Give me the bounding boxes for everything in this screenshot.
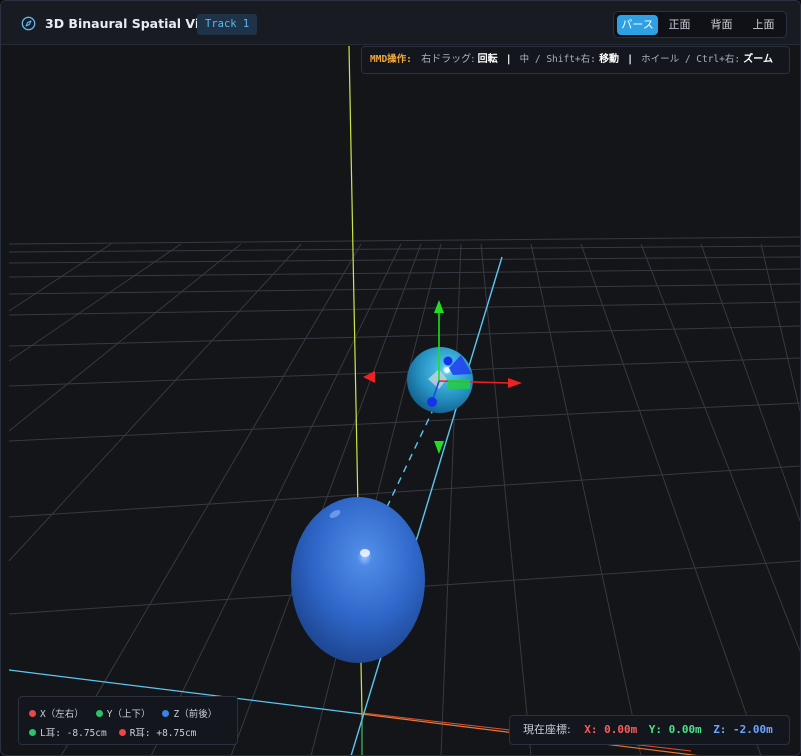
coords-label: 現在座標: [523,723,571,736]
axis-legend: X（左右） Y（上下） Z（前後） L耳: -8.75cm R耳: +8.75c… [18,696,238,745]
current-coordinates: 現在座標: X: 0.00m Y: 0.00m Z: -2.00m [509,715,790,745]
listener-head[interactable] [291,497,425,663]
legend-x: X（左右） [29,706,84,720]
legend-right-ear: R耳: +8.75cm [118,725,197,739]
scene-canvas[interactable] [1,46,800,756]
header-bar: 3D Binaural Spatial Viewer Track 1 パース 正… [1,1,800,45]
help-move-value: 移動 [599,54,620,65]
view-top-button[interactable]: 上面 [743,15,784,35]
z-dot-icon [162,709,170,717]
controls-help: MMD操作: 右ドラッグ: 回転 | 中 / Shift+右: 移動 | ホイー… [361,46,790,74]
help-rotate-key: 右ドラッグ: [421,54,475,65]
legend-axes-row: X（左右） Y（上下） Z（前後） [29,706,229,720]
legend-ears-row: L耳: -8.75cm R耳: +8.75cm [29,725,208,739]
track-badge: Track 1 [197,14,258,35]
legend-x-label: X（左右） [40,709,84,720]
gizmo-xz-plane [448,380,470,389]
help-separator: | [506,54,511,65]
coord-y-value: Y: 0.00m [648,723,702,736]
coord-x-value: X: 0.00m [584,723,638,736]
view-back-button[interactable]: 背面 [701,15,742,35]
legend-y-label: Y（上下） [106,709,151,720]
legend-z: Z（前後） [162,706,217,720]
gizmo-x-arrow [508,378,522,388]
view-switcher: パース 正面 背面 上面 [613,11,787,38]
legend-z-label: Z（前後） [173,709,218,720]
help-zoom-key: ホイール / Ctrl+右: [641,54,741,65]
right-ear-dot-icon [118,728,126,736]
help-zoom-value: ズーム [743,54,773,65]
coord-z-value: Z: -2.00m [713,723,773,736]
view-front-button[interactable]: 正面 [659,15,700,35]
3d-viewport[interactable] [1,46,800,756]
floor-grid [8,236,800,755]
left-ear-dot-icon [29,728,36,736]
help-separator: | [628,54,632,65]
view-perspective-button[interactable]: パース [617,14,658,35]
legend-left-ear: L耳: -8.75cm [29,725,107,739]
legend-y: Y（上下） [95,706,151,720]
gizmo-y-arrow [434,300,444,313]
x-dot-icon [29,709,36,717]
viewer-window: 3D Binaural Spatial Viewer Track 1 パース 正… [0,0,801,756]
compass-icon [21,16,36,31]
y-dot-icon [95,709,103,717]
help-rotate-value: 回転 [477,54,498,65]
help-mode-label: MMD操作: [370,54,412,65]
help-move-key: 中 / Shift+右: [519,54,596,65]
legend-right-ear-label: R耳: +8.75cm [129,728,197,739]
legend-left-ear-label: L耳: -8.75cm [40,728,107,739]
gizmo-z-handle [427,397,437,407]
